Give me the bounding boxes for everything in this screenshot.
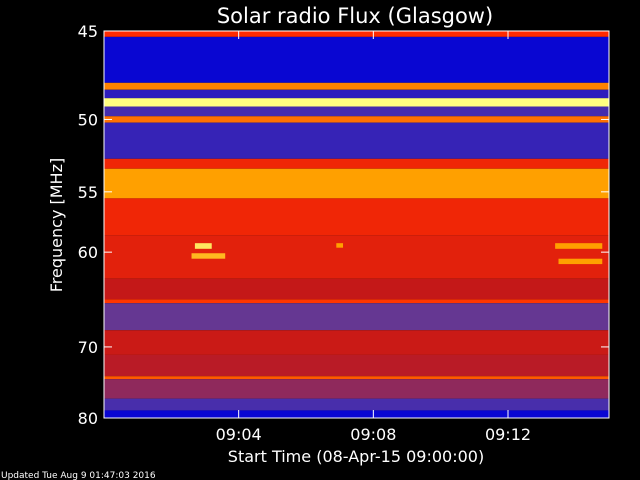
spectrum-band [104, 89, 609, 99]
spectrum-band [104, 36, 609, 83]
spectrum-band [104, 278, 609, 300]
spectrum-band [104, 379, 609, 399]
spectrum-band [104, 168, 609, 199]
spectrum-band [104, 106, 609, 117]
spectrum-band [104, 122, 609, 159]
radio-burst [555, 243, 603, 249]
spectrum-band [104, 116, 609, 123]
radio-burst [191, 253, 226, 259]
chart-title: Solar radio Flux (Glasgow) [217, 4, 493, 28]
spectrum-band [104, 31, 609, 37]
spectrum-band [104, 330, 609, 355]
x-tick-label: 09:08 [350, 425, 396, 444]
radio-burst [194, 243, 212, 249]
plot-area: 45 50 55 60 70 80 09:04 09:08 09:12 [78, 22, 610, 444]
radio-burst [558, 258, 603, 265]
x-tick-label: 09:04 [216, 425, 262, 444]
spectrum-band [104, 235, 609, 279]
spectrum-band [104, 98, 609, 107]
y-tick-label: 60 [78, 243, 98, 262]
spectrum-band [104, 299, 609, 304]
chart-canvas: Solar radio Flux (Glasgow) 45 50 55 60 70 80 … [1, 4, 610, 480]
y-tick-label: 70 [78, 338, 98, 357]
spectrum-band [104, 398, 609, 411]
spectrum-band [104, 82, 609, 90]
y-tick-label: 50 [78, 110, 98, 129]
radio-burst [336, 243, 344, 248]
spectrum-band [104, 303, 609, 331]
spectrum-band [104, 410, 609, 418]
y-tick-label: 80 [78, 409, 98, 428]
spectrum-band [104, 354, 609, 377]
x-tick-label: 09:12 [485, 425, 531, 444]
spectrum-band [104, 198, 609, 236]
updated-timestamp: Updated Tue Aug 9 01:47:03 2016 [1, 471, 156, 480]
y-tick-label: 45 [78, 22, 98, 41]
x-axis-title: Start Time (08-Apr-15 09:00:00) [228, 447, 484, 466]
y-axis-title: Frequency [MHz] [47, 158, 66, 292]
y-tick-label: 55 [78, 183, 98, 202]
spectrum-band [104, 376, 609, 380]
band-layer [104, 31, 609, 418]
spectrogram-figure: Solar radio Flux (Glasgow) 45 50 55 60 70 80 … [0, 0, 640, 480]
spectrum-band [104, 158, 609, 169]
